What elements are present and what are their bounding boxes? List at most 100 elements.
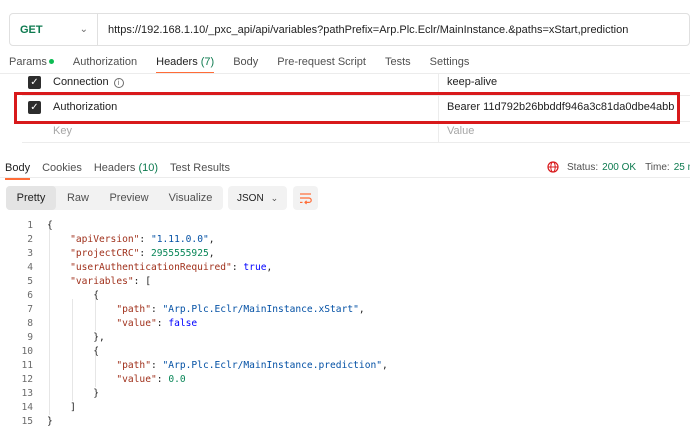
tab-label: Headers [93,162,136,174]
code-text: "value": 0.0 [47,373,186,387]
line-number: 7 [27,304,33,315]
code-token: : [139,234,151,245]
method-label: GET [20,23,43,36]
code-token: "userAuthenticationRequired" [70,262,232,273]
line-number: 15 [21,416,33,427]
code-token: true [243,262,267,273]
tab-label: Body [5,162,31,174]
code-token: : [150,304,163,315]
code-text: "path": "Arp.Plc.Eclr/MainInstance.xStar… [47,303,364,317]
code-token: 0.0 [168,374,186,385]
tab-body[interactable]: Body [233,56,258,68]
code-token: : [139,248,151,259]
code-token: }, [47,332,105,343]
tab-label: Tests [384,56,411,68]
tab-params[interactable]: Params [9,56,54,68]
new-key-input[interactable]: Key [53,125,72,137]
tab-response-body[interactable]: Body [5,162,31,180]
line-number: 2 [27,234,33,245]
format-select-label: JSON [237,192,264,204]
row-divider [22,142,690,143]
code-text: { [47,289,99,303]
line-number: 8 [27,318,33,329]
line-number: 14 [21,402,33,413]
tab-count: (10) [138,162,159,174]
code-token: { [47,220,53,231]
response-status: Status: 200 OK Time: 25 ms [547,161,690,173]
tab-settings[interactable]: Settings [430,56,470,68]
tab-pre-request-script[interactable]: Pre-request Script [277,56,366,68]
line-number: 11 [21,360,33,371]
code-token: , [382,360,388,371]
checkbox-checked[interactable]: ✓ [28,75,41,89]
line-number: 10 [21,346,33,357]
wrap-lines-button[interactable] [293,186,318,210]
code-token: "variables" [70,276,134,287]
wrap-lines-icon [300,193,312,205]
time-label: Time: [645,161,670,173]
code-text: "value": false [47,317,197,331]
code-token: , [266,262,273,273]
code-token: "path" [116,360,151,371]
status-value[interactable]: 200 OK [602,162,636,173]
tab-tests[interactable]: Tests [385,56,411,68]
tab-label: Pre-request Script [277,56,366,68]
line-number: 6 [27,290,33,301]
method-select[interactable]: GET ⌄ [10,14,98,45]
code-token: "value" [116,318,157,329]
code-token: : [156,374,169,385]
code-token: false [168,318,198,329]
time-value[interactable]: 25 ms [674,162,690,173]
params-dot-icon [48,59,54,64]
tab-authorization[interactable]: Authorization [73,56,137,68]
code-text: } [47,415,53,429]
view-mode-segment: Pretty Raw Preview Visualize [6,186,223,210]
code-token: { [47,290,99,301]
new-value-input[interactable]: Value [447,125,474,137]
tab-response-headers[interactable]: Headers (10) [94,162,158,174]
view-pretty-button[interactable]: Pretty [6,186,56,210]
tab-label: Headers [156,56,198,68]
tab-label: Settings [429,56,470,68]
code-token: 2955555925 [150,248,209,259]
line-number: 12 [21,374,33,385]
url-input[interactable]: https://192.168.1.10/_pxc_api/api/variab… [98,24,628,36]
info-icon[interactable]: i [113,78,124,88]
header-value[interactable]: keep-alive [447,76,497,88]
view-preview-button[interactable]: Preview [100,186,158,210]
code-text: ] [47,401,76,415]
tab-headers[interactable]: Headers (7) [156,56,215,74]
code-text: "variables": [ [47,275,151,289]
line-number: 5 [27,276,33,287]
tab-label: Cookies [42,162,82,174]
response-tabs: Body Cookies Headers (10) Test Results [5,162,242,180]
tabs-divider [0,177,690,178]
code-token: } [47,416,53,427]
highlight-box [14,92,680,124]
code-text: "projectCRC": 2955555925, [47,247,215,261]
header-row-empty: Key Value [22,121,677,141]
code-token: , [208,248,215,259]
format-select[interactable]: JSON ⌄ [228,186,287,210]
line-number: 9 [27,332,33,343]
code-token: "apiVersion" [70,234,140,245]
globe-icon[interactable] [547,161,559,173]
tab-cookies[interactable]: Cookies [42,162,82,174]
view-raw-button[interactable]: Raw [56,186,100,210]
view-visualize-button[interactable]: Visualize [158,186,223,210]
line-number: 4 [27,262,33,273]
tab-test-results[interactable]: Test Results [170,162,230,174]
tab-label: Test Results [170,162,230,174]
code-token: { [47,346,99,357]
code-token: : [ [133,276,151,287]
code-text: }, [47,331,105,345]
status-label: Status: [567,161,599,173]
code-token: ] [47,402,76,413]
code-token: : [156,318,169,329]
